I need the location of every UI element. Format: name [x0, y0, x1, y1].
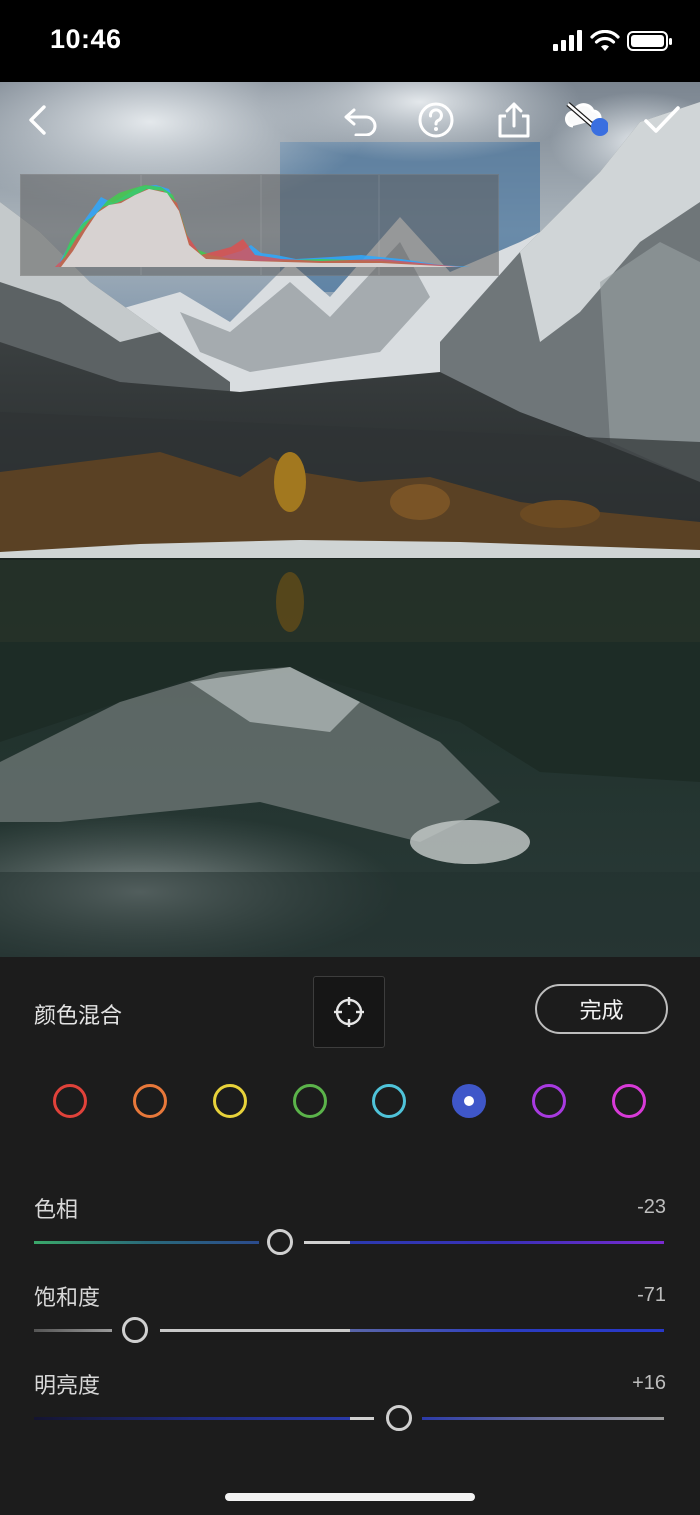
cloud-sync-icon [565, 102, 608, 136]
wifi-icon [590, 30, 620, 51]
color-swatch-magenta[interactable] [612, 1084, 646, 1118]
hue-slider-thumb[interactable] [266, 1229, 293, 1255]
saturation-slider-thumb[interactable] [121, 1317, 148, 1343]
color-swatch-green[interactable] [293, 1084, 327, 1118]
color-swatch-orange[interactable] [133, 1084, 167, 1118]
check-icon [644, 106, 680, 133]
undo-button[interactable] [340, 98, 384, 142]
hue-slider-track[interactable] [34, 1241, 664, 1244]
luminance-label: 明亮度 [34, 1374, 101, 1399]
saturation-value: -71 [637, 1284, 666, 1306]
selected-dot [464, 1096, 474, 1106]
color-swatch-row [0, 1082, 700, 1122]
share-icon [498, 102, 530, 138]
color-swatch-purple[interactable] [532, 1084, 566, 1118]
luminance-slider-track[interactable] [34, 1417, 664, 1420]
color-swatch-yellow[interactable] [213, 1084, 247, 1118]
confirm-button[interactable] [640, 98, 684, 142]
battery-icon [627, 31, 672, 51]
hue-label: 色相 [34, 1198, 79, 1223]
help-icon [418, 102, 454, 138]
help-button[interactable] [414, 98, 458, 142]
luminance-value: +16 [632, 1372, 666, 1394]
target-adjust-button[interactable] [313, 976, 385, 1048]
status-bar: 10:46 [0, 0, 700, 82]
signal-icon [553, 30, 582, 51]
home-indicator [225, 1493, 475, 1501]
histogram [20, 174, 499, 276]
color-swatch-blue[interactable] [452, 1084, 486, 1118]
status-time: 10:46 [50, 24, 122, 54]
done-button[interactable]: 完成 [535, 984, 668, 1034]
hue-value: -23 [637, 1196, 666, 1218]
back-button[interactable] [16, 98, 60, 142]
cloud-sync-button[interactable] [564, 98, 608, 142]
share-button[interactable] [492, 98, 536, 142]
undo-icon [344, 108, 377, 136]
saturation-label: 饱和度 [34, 1286, 101, 1311]
color-swatch-aqua[interactable] [372, 1084, 406, 1118]
back-icon [29, 105, 46, 135]
panel-title: 颜色混合 [34, 1004, 123, 1029]
histogram-graph [55, 175, 471, 275]
target-adjust-icon [334, 997, 364, 1027]
color-swatch-red[interactable] [53, 1084, 87, 1118]
